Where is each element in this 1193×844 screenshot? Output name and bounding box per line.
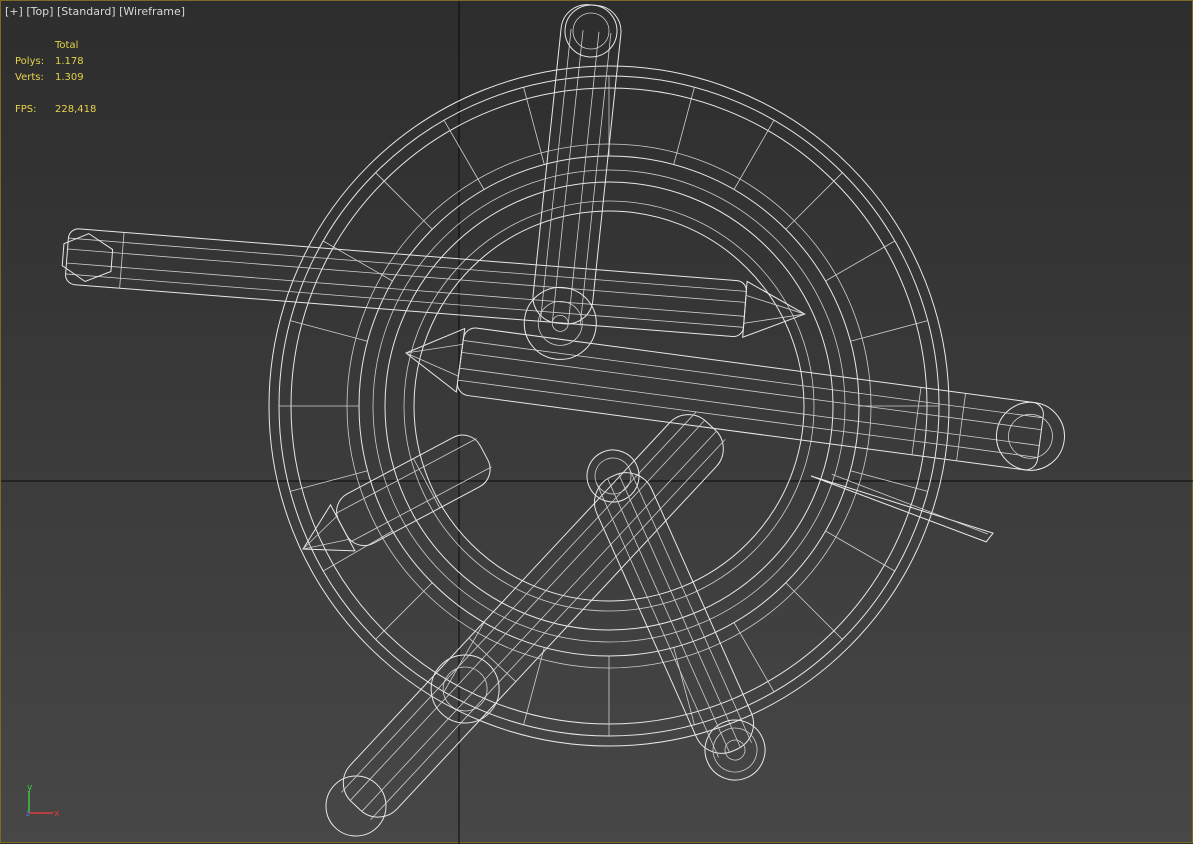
ring-segment-line — [733, 622, 775, 692]
pencil-diagonal-right — [586, 449, 766, 781]
pencil-small-left — [302, 434, 492, 552]
ring-segment-line — [375, 582, 433, 640]
wheel-ring — [268, 65, 950, 747]
wireframe-canvas[interactable]: y x z — [1, 1, 1193, 844]
fps-value: 228,418 — [55, 104, 97, 115]
viewport-shading-style-menu[interactable]: [Standard] — [57, 5, 116, 18]
pencil-horizontal-top — [61, 228, 806, 339]
ring-segment-line — [523, 647, 545, 725]
viewport-top[interactable]: y x z [+] [Top] [Standard] [Wireframe] T… — [0, 0, 1193, 844]
verts-value: 1.309 — [55, 72, 84, 83]
ring-segment-line — [850, 320, 928, 342]
ring-segment-line — [785, 582, 843, 640]
ring-segment-line — [825, 240, 895, 282]
ring-segments — [279, 76, 939, 736]
ring-segment-line — [733, 120, 775, 190]
viewport-render-mode-menu[interactable]: [Wireframe] — [119, 5, 185, 18]
verts-label: Verts: — [15, 72, 44, 83]
stats-header: Total — [55, 40, 79, 51]
axis-gizmo: y x z — [26, 783, 60, 819]
axis-gizmo-z-label: z — [26, 809, 30, 818]
ring-segment-line — [673, 87, 695, 165]
ring-segment-line — [323, 530, 393, 572]
axis-gizmo-y-label: y — [27, 783, 33, 793]
polys-value: 1.178 — [55, 56, 84, 67]
ring-segment-line — [290, 320, 368, 342]
ring-segment-line — [375, 172, 433, 230]
axis-gizmo-x-label: x — [54, 809, 60, 819]
wireframe-model — [61, 4, 1065, 837]
ring-segment-line — [825, 530, 895, 572]
ring-segment-line — [785, 172, 843, 230]
viewport-view-menu[interactable]: [Top] — [26, 5, 53, 18]
viewport-general-menu[interactable]: [+] — [5, 5, 23, 18]
ring-segment-line — [673, 647, 695, 725]
ring-segment-line — [523, 87, 545, 165]
viewport-label-menu[interactable]: [+] [Top] [Standard] [Wireframe] — [5, 5, 185, 18]
ring-segment-line — [443, 120, 485, 190]
pencil-horizontal-middle — [405, 327, 1065, 471]
fps-label: FPS: — [15, 104, 37, 115]
polys-label: Polys: — [15, 56, 45, 67]
